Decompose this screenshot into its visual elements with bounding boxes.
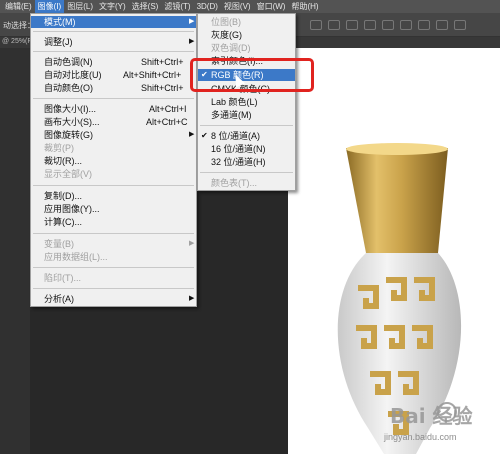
mode-item-grayscale[interactable]: 灰度(G) [198, 29, 295, 41]
submenu-arrow-icon: ▶ [189, 295, 195, 302]
menu-item-mode[interactable]: 模式(M) ▶ [31, 16, 196, 28]
watermark-logo: Bai 经验 [390, 404, 473, 428]
menu-item-image-rotation[interactable]: 图像旋转(G) ▶ [31, 129, 196, 141]
menu-item-auto-color[interactable]: 自动颜色(O) Shift+Ctrl+ [31, 82, 196, 94]
submenu-arrow-icon: ▶ [189, 240, 195, 247]
menu-type[interactable]: 文字(Y) [96, 0, 129, 13]
menu-help[interactable]: 帮助(H) [288, 0, 321, 13]
menu-item-analysis[interactable]: 分析(A) ▶ [31, 293, 196, 305]
menu-view[interactable]: 视图(V) [221, 0, 254, 13]
mode-item-multichannel[interactable]: 多通道(M) [198, 109, 295, 121]
distribute-icon[interactable] [400, 20, 412, 30]
submenu-arrow-icon: ▶ [189, 131, 195, 138]
vase-image [337, 143, 462, 454]
menu-item-image-size[interactable]: 图像大小(I)... Alt+Ctrl+I [31, 103, 196, 115]
menu-item-apply-data-set: 应用数据组(L)... [44, 252, 108, 262]
align-icon[interactable] [328, 20, 340, 30]
menu-item-calculations[interactable]: 计算(C)... [31, 216, 196, 228]
distribute-icon[interactable] [418, 20, 430, 30]
mode-item-16-bit[interactable]: 16 位/通道(N) [198, 143, 295, 155]
distribute-icon[interactable] [454, 20, 466, 30]
mode-item-32-bit[interactable]: 32 位/通道(H) [198, 156, 295, 168]
menubar: 编辑(E) 图像(I) 图层(L) 文字(Y) 选择(S) 滤镜(T) 3D(D… [0, 0, 500, 13]
mode-item-color-table: 颜色表(T)... [211, 178, 257, 188]
mode-item-bitmap: 位图(B) [211, 17, 241, 27]
annotation-highlight-box [190, 58, 314, 92]
submenu-arrow-icon: ▶ [189, 18, 195, 25]
menu-item-trap: 陷印(T)... [44, 273, 81, 283]
tool-strip [0, 48, 30, 454]
document-tab-title: @ 25%(R [2, 38, 33, 45]
menu-select[interactable]: 选择(S) [129, 0, 162, 13]
distribute-icon[interactable] [436, 20, 448, 30]
submenu-arrow-icon: ▶ [189, 38, 195, 45]
menu-image[interactable]: 图像(I) [34, 0, 65, 13]
menu-item-auto-tone[interactable]: 自动色调(N) Shift+Ctrl+ [31, 56, 196, 68]
menu-filter[interactable]: 滤镜(T) [161, 0, 193, 13]
menu-layer[interactable]: 图层(L) [64, 0, 96, 13]
watermark-url: jingyan.baidu.com [384, 432, 457, 442]
menu-item-reveal-all: 显示全部(V) [44, 169, 92, 179]
mode-item-8-bit[interactable]: ✔ 8 位/通道(A) [198, 130, 295, 142]
checkmark-icon: ✔ [201, 131, 208, 140]
mode-submenu: 位图(B) 灰度(G) 双色调(D) 索引颜色(I)... ✔ RGB 颜色(R… [197, 13, 296, 191]
menu-item-crop: 裁剪(P) [44, 143, 74, 153]
align-icon[interactable] [346, 20, 358, 30]
distribute-icon[interactable] [382, 20, 394, 30]
mode-item-duotone: 双色调(D) [211, 43, 251, 53]
mode-item-lab-color[interactable]: Lab 颜色(L) [198, 96, 295, 108]
menu-3d[interactable]: 3D(D) [194, 0, 221, 13]
distribute-icon[interactable] [364, 20, 376, 30]
align-icon[interactable] [310, 20, 322, 30]
menu-item-variables: 变量(B) ▶ [44, 239, 195, 249]
menu-item-duplicate[interactable]: 复制(D)... [31, 190, 196, 202]
menu-item-adjust[interactable]: 调整(J) ▶ [31, 36, 196, 48]
document-canvas[interactable] [288, 48, 500, 454]
menu-item-auto-contrast[interactable]: 自动对比度(U) Alt+Shift+Ctrl+ [31, 69, 196, 81]
menu-item-canvas-size[interactable]: 画布大小(S)... Alt+Ctrl+C [31, 116, 196, 128]
menu-item-apply-image[interactable]: 应用图像(Y)... [31, 203, 196, 215]
menu-window[interactable]: 窗口(W) [254, 0, 289, 13]
menu-item-trim[interactable]: 裁切(R)... [31, 155, 196, 167]
menu-edit[interactable]: 编辑(E) [2, 0, 35, 13]
image-menu: 模式(M) ▶ 调整(J) ▶ 自动色调(N) Shift+Ctrl+ 自动对比… [30, 13, 197, 307]
